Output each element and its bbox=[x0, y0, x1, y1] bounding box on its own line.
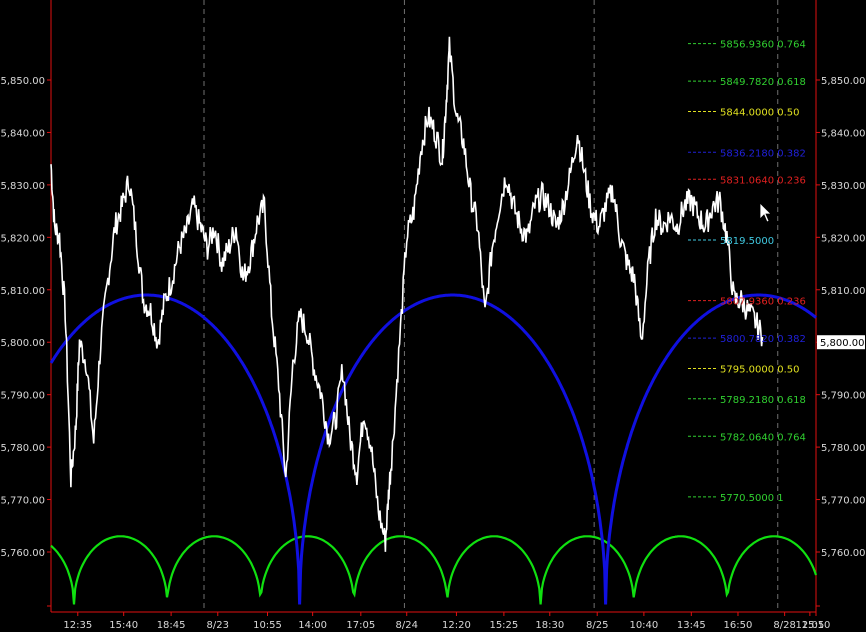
y-tick-label-right: 5,790.00 bbox=[821, 391, 866, 402]
y-tick-label-left: 5,780.00 bbox=[0, 443, 45, 454]
current-price-label: 5,800.00 bbox=[820, 338, 865, 349]
fib-level-label: 5770.5000 1 bbox=[720, 493, 784, 504]
x-tick-label: 8/28 bbox=[773, 620, 795, 631]
x-tick-label: 8/23 bbox=[207, 620, 229, 631]
y-tick-label-left: 5,770.00 bbox=[0, 496, 45, 507]
y-tick-label-right: 5,820.00 bbox=[821, 233, 866, 244]
x-tick-label: 8/24 bbox=[395, 620, 417, 631]
fib-level-label: 5789.2180 0.618 bbox=[720, 395, 806, 406]
fib-level-label: 5795.0000 0.50 bbox=[720, 364, 800, 375]
y-tick-label-right: 5,850.00 bbox=[821, 76, 866, 87]
fib-level-label: 5849.7820 0.618 bbox=[720, 77, 806, 88]
y-tick-label-left: 5,790.00 bbox=[0, 391, 45, 402]
fib-level-label: 5807.9360 0.236 bbox=[720, 297, 806, 308]
y-tick-label-left: 5,840.00 bbox=[0, 128, 45, 139]
y-tick-label-right: 5,770.00 bbox=[821, 496, 866, 507]
fib-level-label: 5831.0640 0.236 bbox=[720, 175, 806, 186]
x-tick-label: 13:45 bbox=[677, 620, 706, 631]
x-tick-label: 10:55 bbox=[253, 620, 282, 631]
price-chart[interactable]: 5,760.00 5,760.00 5,770.00 5,770.00 5,780.00… bbox=[0, 0, 866, 632]
x-tick-label: 15:40 bbox=[109, 620, 138, 631]
y-tick-label-right: 5,830.00 bbox=[821, 181, 866, 192]
fib-level-label: 5856.9360 0.764 bbox=[720, 40, 806, 51]
fib-level-label: 5819.5000 bbox=[720, 236, 774, 247]
x-tick-label: 15:25 bbox=[489, 620, 518, 631]
fib-level-label: 5800.7820 0.382 bbox=[720, 334, 806, 345]
cycle-arc-short bbox=[50, 535, 818, 605]
x-tick-label: 17:05 bbox=[346, 620, 375, 631]
y-tick-label-right: 5,780.00 bbox=[821, 443, 866, 454]
y-tick-label-left: 5,810.00 bbox=[0, 286, 45, 297]
fib-level-label: 5844.0000 0.50 bbox=[720, 107, 800, 118]
x-tick-label: 14:00 bbox=[298, 620, 327, 631]
x-tick-label: 18:45 bbox=[157, 620, 186, 631]
x-tick-label: 12:35 bbox=[63, 620, 92, 631]
y-tick-label-left: 5,760.00 bbox=[0, 548, 45, 559]
x-tick-label: 10:40 bbox=[629, 620, 658, 631]
y-tick-label-left: 5,850.00 bbox=[0, 76, 45, 87]
x-tick-label: 15:10 bbox=[802, 620, 831, 631]
fib-level-label: 5836.2180 0.382 bbox=[720, 148, 806, 159]
price-line bbox=[50, 36, 764, 552]
x-tick-label: 12:20 bbox=[442, 620, 471, 631]
y-tick-label-right: 5,760.00 bbox=[821, 548, 866, 559]
y-tick-label-left: 5,800.00 bbox=[0, 338, 45, 349]
y-tick-label-right: 5,840.00 bbox=[821, 128, 866, 139]
x-tick-label: 16:50 bbox=[724, 620, 753, 631]
cursor-icon bbox=[759, 202, 772, 223]
fib-level-label: 5782.0640 0.764 bbox=[720, 432, 806, 443]
y-tick-label-left: 5,830.00 bbox=[0, 181, 45, 192]
x-tick-label: 8/25 bbox=[586, 620, 608, 631]
y-tick-label-right: 5,810.00 bbox=[821, 286, 866, 297]
x-tick-label: 18:30 bbox=[535, 620, 564, 631]
chart-stage: 5,760.00 5,760.00 5,770.00 5,770.00 5,780.00… bbox=[0, 0, 866, 632]
y-tick-label-left: 5,820.00 bbox=[0, 233, 45, 244]
